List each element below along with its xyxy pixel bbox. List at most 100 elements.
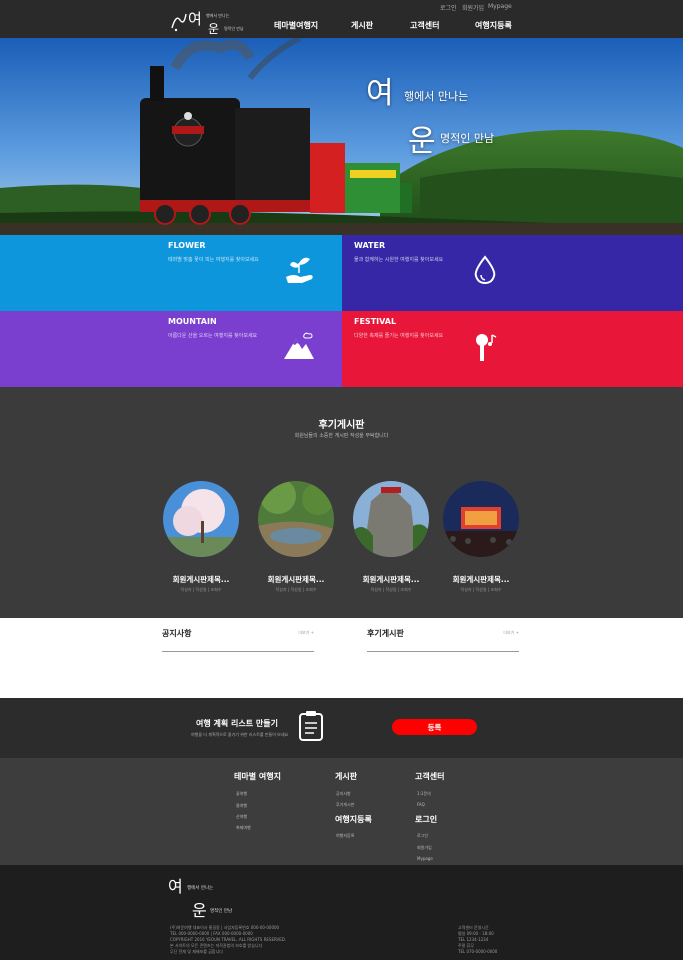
footer-board-heading[interactable]: 게시판 xyxy=(335,771,357,782)
footer-link[interactable]: 산여행 xyxy=(236,814,247,820)
footer-link[interactable]: 물여행 xyxy=(236,803,247,809)
hero-banner: 여 행에서 만나는 운 명적인 만남 xyxy=(0,38,683,235)
login-link[interactable]: 로그인 xyxy=(440,3,457,12)
plan-list-banner: 여행 계획 리스트 만들기 여행을 더 계획적으로 즐기기 위한 리스트를 만들… xyxy=(0,698,683,758)
nav-register[interactable]: 여행지등록 xyxy=(475,20,512,31)
footer-link[interactable]: FAQ xyxy=(417,802,425,807)
footer-theme-heading[interactable]: 테마별 여행지 xyxy=(234,771,281,782)
footer-sitemap: 테마별 여행지 꽃여행 물여행 산여행 축제여행 게시판 공지사항 후기게시판 … xyxy=(0,758,683,865)
logo-char-1: 여 xyxy=(188,10,202,28)
review-card[interactable]: 회원게시판제목... 작성자 | 작성일 | 조회수 xyxy=(156,481,246,601)
mypage-link[interactable]: Mypage xyxy=(488,3,512,10)
hero-train-image xyxy=(0,38,683,235)
signup-link[interactable]: 회원가입 xyxy=(462,3,484,12)
nav-board[interactable]: 게시판 xyxy=(351,20,373,31)
site-logo[interactable]: 여 행에서 만나는 운 명적인 만남 xyxy=(170,6,265,36)
notice-more-link[interactable]: 더보기 + xyxy=(298,630,314,636)
theme-mountain-tile[interactable]: MOUNTAIN 아름다운 산을 오르는 여행지를 찾아보세요 xyxy=(0,311,342,387)
logo-line-1: 행에서 만나는 xyxy=(206,13,230,18)
review-card-meta: 작성자 | 작성일 | 조회수 xyxy=(370,587,412,592)
mountain-icon xyxy=(284,332,314,359)
notice-board-title: 공지사항 xyxy=(162,629,192,638)
footer-logo-line-1: 행에서 만나는 xyxy=(187,886,214,891)
footer-link[interactable]: 회원가입 xyxy=(417,845,432,851)
review-card-meta: 작성자 | 작성일 | 조회수 xyxy=(460,587,502,592)
water-drop-icon xyxy=(474,255,496,285)
footer-info-line: (주)여운여행 대표이사 홍길동 | 사업자등록번호 000-00-00000 xyxy=(170,925,280,930)
footer-link[interactable]: 축제여행 xyxy=(236,825,251,831)
theme-flower-desc: 테마별 맞춤 꽃이 피는 여행지를 찾아보세요 xyxy=(168,257,259,263)
footer-contact-line: TEL 1234-1234 xyxy=(458,937,489,942)
review-card-title: 회원게시판제목... xyxy=(452,575,510,584)
theme-festival-tile[interactable]: FESTIVAL 다양한 축제를 즐기는 여행지를 찾아보세요 xyxy=(342,311,683,387)
review-more-link[interactable]: 더보기 + xyxy=(503,630,519,636)
footer-link[interactable]: 1:1문의 xyxy=(417,791,431,797)
review-photo-stream xyxy=(258,481,334,557)
clipboard-icon xyxy=(299,711,323,741)
review-card-title: 회원게시판제목... xyxy=(362,575,420,584)
footer-contact-line: 고객센터 운영시간 xyxy=(458,925,489,930)
review-card-meta: 작성자 | 작성일 | 조회수 xyxy=(275,587,317,592)
footer-link[interactable]: 꽃여행 xyxy=(236,791,247,797)
hero-line-2: 명적인 만남 xyxy=(440,132,495,145)
hero-char-2: 운 xyxy=(408,124,436,159)
footer-link[interactable]: 공지사항 xyxy=(336,791,351,797)
review-card-title: 회원게시판제목... xyxy=(172,575,230,584)
footer-link[interactable]: 후기게시판 xyxy=(336,802,354,808)
review-section-subtitle: 회원님들의 소중한 게시판 작성을 부탁합니다 xyxy=(294,433,389,439)
review-photo-rock-cliff xyxy=(353,481,429,557)
theme-water-tile[interactable]: WATER 물과 함께하는 시원한 여행지를 찾아보세요 xyxy=(342,235,683,311)
hero-line-1: 행에서 만나는 xyxy=(404,90,469,103)
footer-logo-line-2: 명적인 만남 xyxy=(210,909,233,914)
footer-link[interactable]: 로그인 xyxy=(417,833,428,839)
review-section-title: 후기게시판 xyxy=(318,420,365,431)
theme-water-desc: 물과 함께하는 시원한 여행지를 찾아보세요 xyxy=(354,257,444,263)
footer-login-heading[interactable]: 로그인 xyxy=(415,814,437,825)
logo-line-2: 명적인 만남 xyxy=(224,26,244,31)
microphone-icon xyxy=(476,334,497,361)
header: 여 행에서 만나는 운 명적인 만남 로그인 회원가입 Mypage 테마별여행… xyxy=(0,0,683,38)
review-photo-festival-stage xyxy=(443,481,519,557)
footer-contact-line: TEL 070-0000-0000 xyxy=(458,949,498,954)
theme-water-title: WATER xyxy=(354,241,386,250)
review-board-title: 후기게시판 xyxy=(367,629,404,638)
footer-link[interactable]: Mypage xyxy=(417,856,433,861)
review-section: 후기게시판 회원님들의 소중한 게시판 작성을 부탁합니다 회원게시판제목...… xyxy=(0,387,683,618)
review-card[interactable]: 회원게시판제목... 작성자 | 작성일 | 조회수 xyxy=(251,481,341,601)
register-button[interactable]: 등록 xyxy=(392,719,477,735)
hero-char-1: 여 xyxy=(366,76,394,111)
footer-info-line: COPYRIGHT 2016 YEOUN TRAVEL. ALL RIGHTS … xyxy=(170,937,287,942)
footer-info-line: 본 사이트의 모든 콘텐츠는 저작권법의 보호를 받습니다 xyxy=(170,943,263,948)
theme-festival-desc: 다양한 축제를 즐기는 여행지를 찾아보세요 xyxy=(354,333,444,339)
nav-theme-travel[interactable]: 테마별여행지 xyxy=(274,20,318,31)
footer-info-line: TEL 000-0000-0000 | FAX 000-0000-0000 xyxy=(170,931,253,936)
nav-support[interactable]: 고객센터 xyxy=(410,20,439,31)
theme-festival-title: FESTIVAL xyxy=(354,317,397,326)
plan-list-subtitle: 여행을 더 계획적으로 즐기기 위한 리스트를 만들어 보세요 xyxy=(191,732,289,737)
footer-support-heading[interactable]: 고객센터 xyxy=(415,771,444,782)
board-preview-section: 공지사항 더보기 + 후기게시판 더보기 + xyxy=(0,618,683,698)
review-card[interactable]: 회원게시판제목... 작성자 | 작성일 | 조회수 xyxy=(346,481,436,601)
footer: 여 행에서 만나는 운 명적인 만남 (주)여운여행 대표이사 홍길동 | 사업… xyxy=(0,865,683,960)
theme-flower-tile[interactable]: FLOWER 테마별 맞춤 꽃이 피는 여행지를 찾아보세요 xyxy=(0,235,342,311)
hand-plant-icon xyxy=(286,257,313,283)
logo-mark-icon xyxy=(171,13,187,32)
notice-board: 공지사항 더보기 + xyxy=(162,628,314,652)
footer-info-line: 무단 전재 및 재배포를 금합니다 xyxy=(170,949,223,954)
plan-list-title: 여행 계획 리스트 만들기 xyxy=(196,719,278,728)
footer-logo-char-1: 여 xyxy=(168,877,183,896)
review-card-title: 회원게시판제목... xyxy=(267,575,325,584)
footer-contact-line: 주말 휴무 xyxy=(458,943,474,948)
theme-mountain-title: MOUNTAIN xyxy=(168,317,217,326)
review-board: 후기게시판 더보기 + xyxy=(367,628,519,652)
footer-logo-char-2: 운 xyxy=(192,901,207,920)
review-card[interactable]: 회원게시판제목... 작성자 | 작성일 | 조회수 xyxy=(436,481,526,601)
theme-flower-title: FLOWER xyxy=(168,241,206,250)
footer-link[interactable]: 여행지등록 xyxy=(336,833,354,839)
footer-contact-line: 평일 09:00 - 18:00 xyxy=(458,931,494,936)
theme-mountain-desc: 아름다운 산을 오르는 여행지를 찾아보세요 xyxy=(168,333,258,339)
footer-register-heading[interactable]: 여행지등록 xyxy=(335,814,372,825)
logo-char-2: 운 xyxy=(208,22,220,36)
review-photo-cherry-blossom xyxy=(163,481,239,557)
review-card-meta: 작성자 | 작성일 | 조회수 xyxy=(180,587,222,592)
